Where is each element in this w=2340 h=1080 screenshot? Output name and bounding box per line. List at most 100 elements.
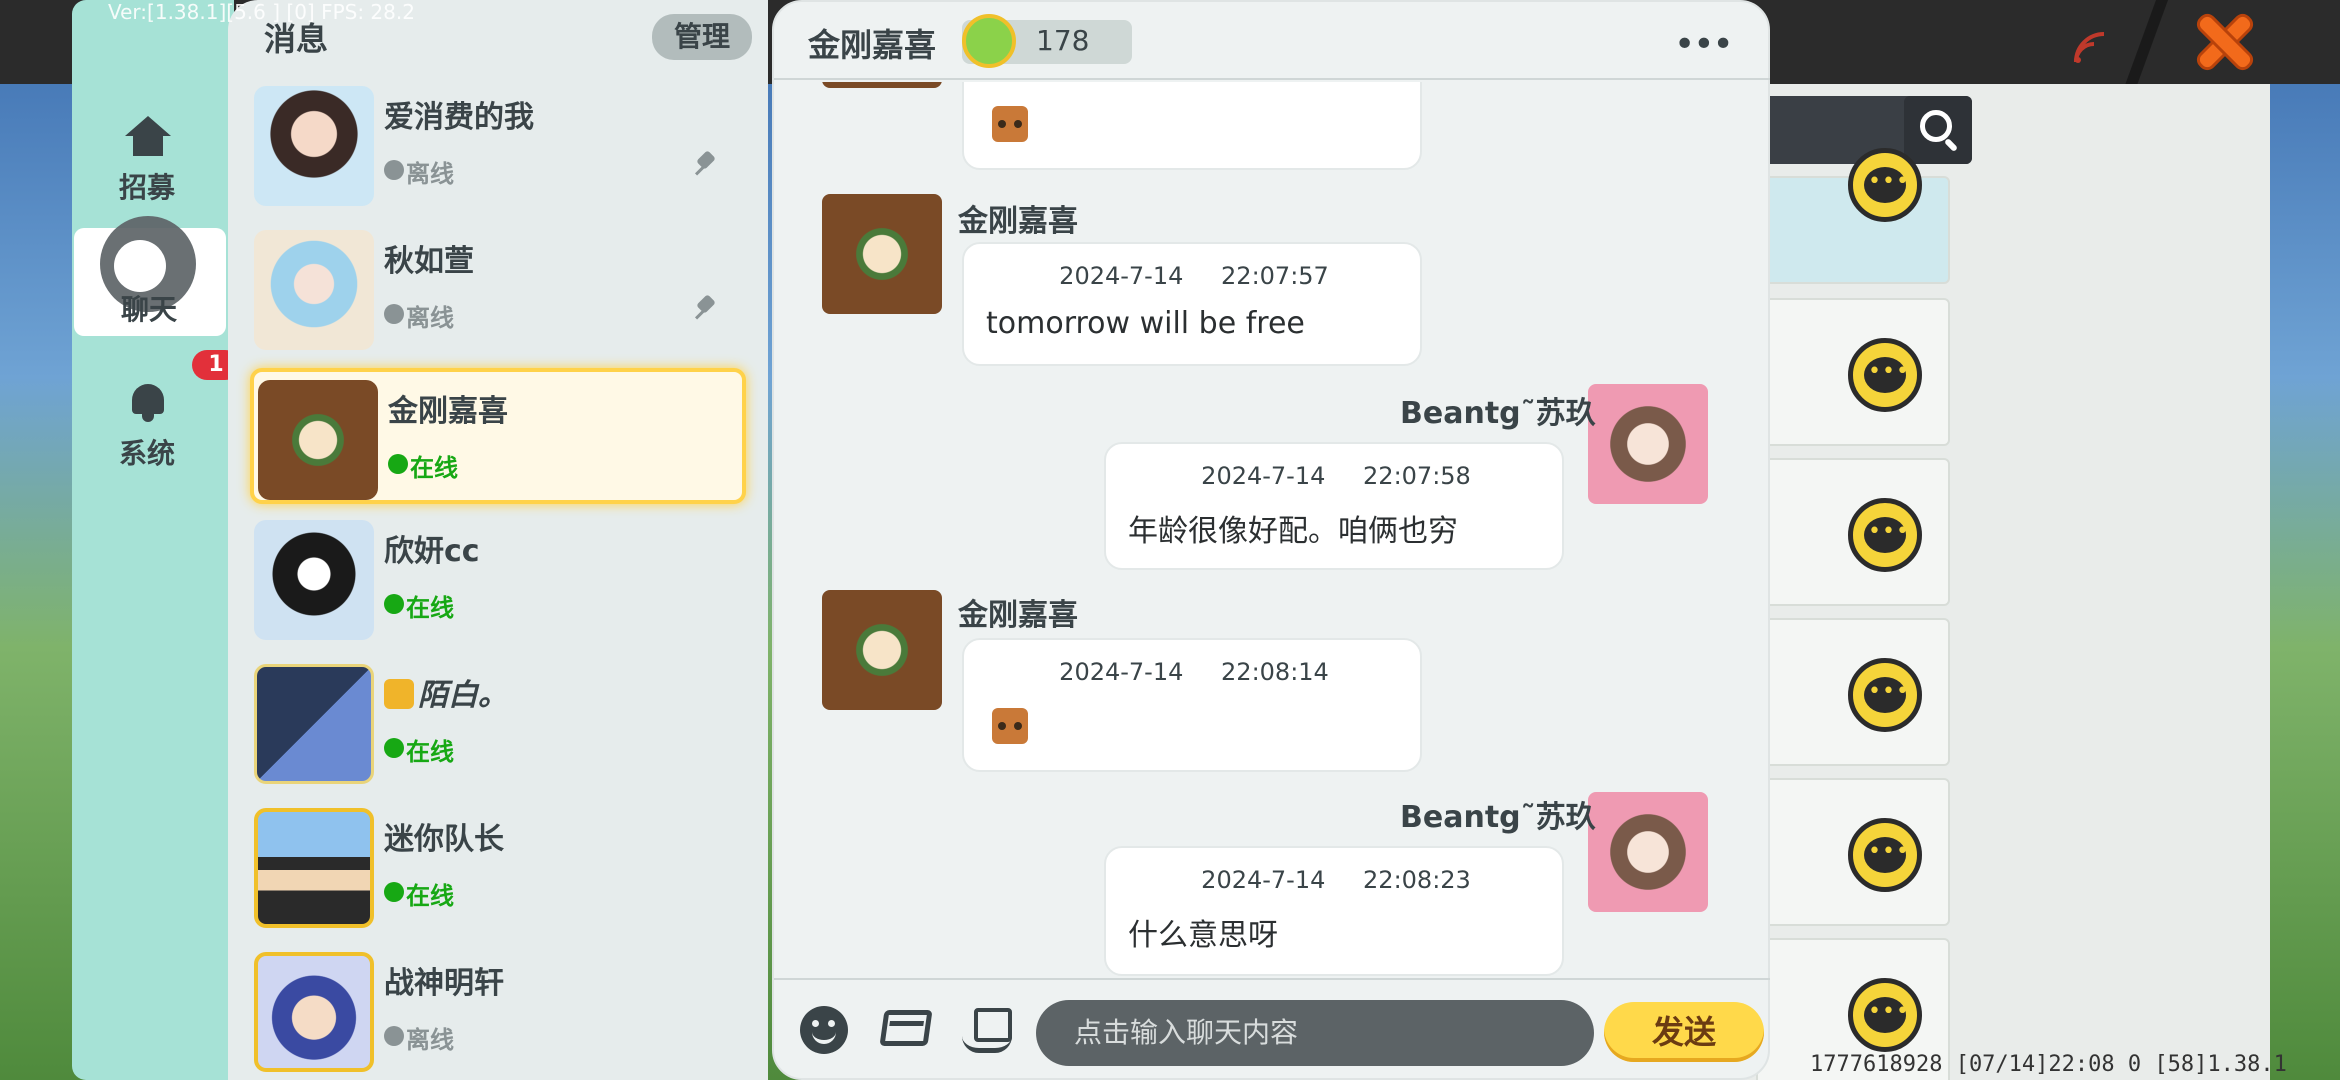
contact-item[interactable]: 爱消费的我 离线 bbox=[250, 78, 746, 214]
chat-bubble-icon[interactable] bbox=[1848, 658, 1922, 732]
message-list[interactable]: 金刚嘉喜 2024-7-14 22:07:57 tomorrow will be… bbox=[774, 82, 1770, 976]
contact-name: 爱消费的我 bbox=[384, 100, 534, 135]
more-icon[interactable]: ••• bbox=[1674, 24, 1734, 65]
avatar bbox=[254, 230, 374, 350]
status-dot bbox=[384, 594, 404, 614]
avatar bbox=[254, 520, 374, 640]
contact-item-selected[interactable]: 金刚嘉喜 在线 bbox=[250, 368, 746, 504]
chat-bubble-icon[interactable] bbox=[1848, 148, 1922, 222]
contact-name: 欣妍cc bbox=[384, 534, 480, 569]
message-bubble: 2024-7-14 22:08:23 什么意思呀 bbox=[1104, 846, 1564, 976]
contact-name: 战神明轩 bbox=[384, 966, 504, 1001]
signal-icon bbox=[2074, 32, 2105, 63]
manage-button[interactable]: 管理 bbox=[652, 14, 752, 60]
contact-name: 陌白。 bbox=[418, 678, 508, 713]
avatar bbox=[822, 194, 942, 314]
status-dot bbox=[384, 738, 404, 758]
status-dot bbox=[384, 160, 404, 180]
status-dot bbox=[384, 882, 404, 902]
message-timestamp: 2024-7-14 22:08:14 bbox=[1059, 658, 1329, 686]
message-timestamp: 2024-7-14 22:08:23 bbox=[1201, 866, 1471, 894]
clover-count: 178 bbox=[1036, 24, 1090, 57]
debug-status-text: 1777618928 [07/14]22:08 0 [58]1.38.1 bbox=[1810, 1052, 2287, 1077]
avatar bbox=[1588, 792, 1708, 912]
message-bubble: 2024-7-14 22:07:58 年龄很像好配。咱俩也穷 bbox=[1104, 442, 1564, 570]
contact-status: 离线 bbox=[406, 160, 454, 188]
sticker-icon bbox=[992, 106, 1028, 142]
contact-status: 在线 bbox=[410, 454, 458, 482]
message-timestamp: 2024-7-14 22:07:57 bbox=[1059, 262, 1329, 290]
friend-card[interactable] bbox=[1756, 298, 1950, 446]
contact-status: 离线 bbox=[406, 1026, 454, 1054]
emoji-icon[interactable] bbox=[800, 1006, 848, 1054]
left-nav: 招募 聊天 系统 bbox=[72, 0, 234, 1080]
contact-status: 在线 bbox=[406, 594, 454, 622]
nav-recruit[interactable]: 招募 bbox=[72, 106, 222, 214]
contact-status: 离线 bbox=[406, 304, 454, 332]
gift-icon[interactable] bbox=[960, 1002, 1016, 1058]
contact-item[interactable]: 陌白。 在线 bbox=[250, 656, 746, 792]
sticker-icon bbox=[992, 708, 1028, 744]
contact-name: 金刚嘉喜 bbox=[388, 394, 508, 429]
avatar bbox=[254, 664, 374, 784]
chat-input[interactable]: 点击输入聊天内容 bbox=[1036, 1000, 1594, 1066]
status-dot bbox=[384, 1026, 404, 1046]
contact-status: 在线 bbox=[406, 738, 454, 766]
chat-bubble-icon[interactable] bbox=[1848, 338, 1922, 412]
message-bubble bbox=[962, 82, 1422, 170]
chat-header: 金刚嘉喜 178 ••• bbox=[774, 2, 1770, 80]
send-button[interactable]: 发送 bbox=[1604, 1002, 1764, 1062]
debug-fps-text: Ver:[1.38.1][5.6 ] [0] FPS: 28.2 bbox=[108, 0, 415, 24]
message-text: 什么意思呀 bbox=[1128, 918, 1278, 953]
message-text: 年龄很像好配。咱俩也穷 bbox=[1128, 514, 1458, 549]
search-icon bbox=[1920, 110, 1952, 142]
friend-card[interactable] bbox=[1756, 778, 1950, 926]
chat-title: 金刚嘉喜 bbox=[808, 26, 937, 64]
friend-card[interactable] bbox=[1756, 618, 1950, 766]
avatar bbox=[822, 82, 942, 88]
contact-item[interactable]: 战神明轩 离线 bbox=[250, 944, 746, 1080]
avatar bbox=[254, 808, 374, 928]
clover-icon bbox=[962, 14, 1016, 68]
status-dot bbox=[384, 304, 404, 324]
contact-item[interactable]: 欣妍cc 在线 bbox=[250, 512, 746, 648]
house-icon bbox=[125, 116, 171, 156]
nav-recruit-label: 招募 bbox=[118, 171, 175, 204]
message-timestamp: 2024-7-14 22:07:58 bbox=[1201, 462, 1471, 490]
message-sender: 金刚嘉喜 bbox=[958, 204, 1078, 239]
contact-name: 秋如萱 bbox=[384, 244, 474, 279]
bell-icon bbox=[128, 380, 168, 424]
chat-bubble-icon[interactable] bbox=[1848, 498, 1922, 572]
message-sender: Beantg˜苏玖 bbox=[1400, 800, 1596, 835]
message-sender: 金刚嘉喜 bbox=[958, 598, 1078, 633]
pin-icon[interactable] bbox=[692, 150, 720, 178]
status-dot bbox=[388, 454, 408, 474]
contact-name-row: 陌白。 bbox=[384, 670, 508, 714]
message-bubble: 2024-7-14 22:08:14 bbox=[962, 638, 1422, 772]
card-icon[interactable] bbox=[879, 1010, 933, 1046]
chat-bubble-icon[interactable] bbox=[1848, 818, 1922, 892]
contact-name: 迷你队长 bbox=[384, 822, 504, 857]
close-icon[interactable] bbox=[2190, 8, 2258, 76]
friend-card[interactable] bbox=[1756, 458, 1950, 606]
avatar bbox=[258, 380, 378, 500]
contacts-panel: 消息 管理 爱消费的我 离线 秋如萱 离线 金刚嘉喜 在线 欣妍cc 在线 陌白… bbox=[228, 0, 768, 1080]
contact-item[interactable]: 秋如萱 离线 bbox=[250, 222, 746, 358]
nav-chat[interactable]: 聊天 bbox=[74, 216, 226, 336]
message-bubble: 2024-7-14 22:07:57 tomorrow will be free bbox=[962, 242, 1422, 366]
search-button[interactable] bbox=[1904, 96, 1972, 164]
chat-panel: 金刚嘉喜 178 ••• 金刚嘉喜 2024-7-14 22:07:57 tom… bbox=[772, 0, 1770, 1080]
nav-system-label: 系统 bbox=[118, 437, 175, 470]
avatar bbox=[1588, 384, 1708, 504]
avatar bbox=[822, 590, 942, 710]
avatar bbox=[254, 86, 374, 206]
pin-icon[interactable] bbox=[692, 294, 720, 322]
contact-item[interactable]: 迷你队长 在线 bbox=[250, 800, 746, 936]
nav-chat-label: 聊天 bbox=[120, 293, 177, 326]
chat-bubble-icon[interactable] bbox=[1848, 978, 1922, 1052]
vip-badge-icon bbox=[384, 679, 414, 709]
avatar bbox=[254, 952, 374, 1072]
friend-card[interactable] bbox=[1756, 148, 1950, 284]
nav-system[interactable]: 系统 bbox=[72, 372, 222, 480]
message-sender: Beantg˜苏玖 bbox=[1400, 396, 1596, 431]
